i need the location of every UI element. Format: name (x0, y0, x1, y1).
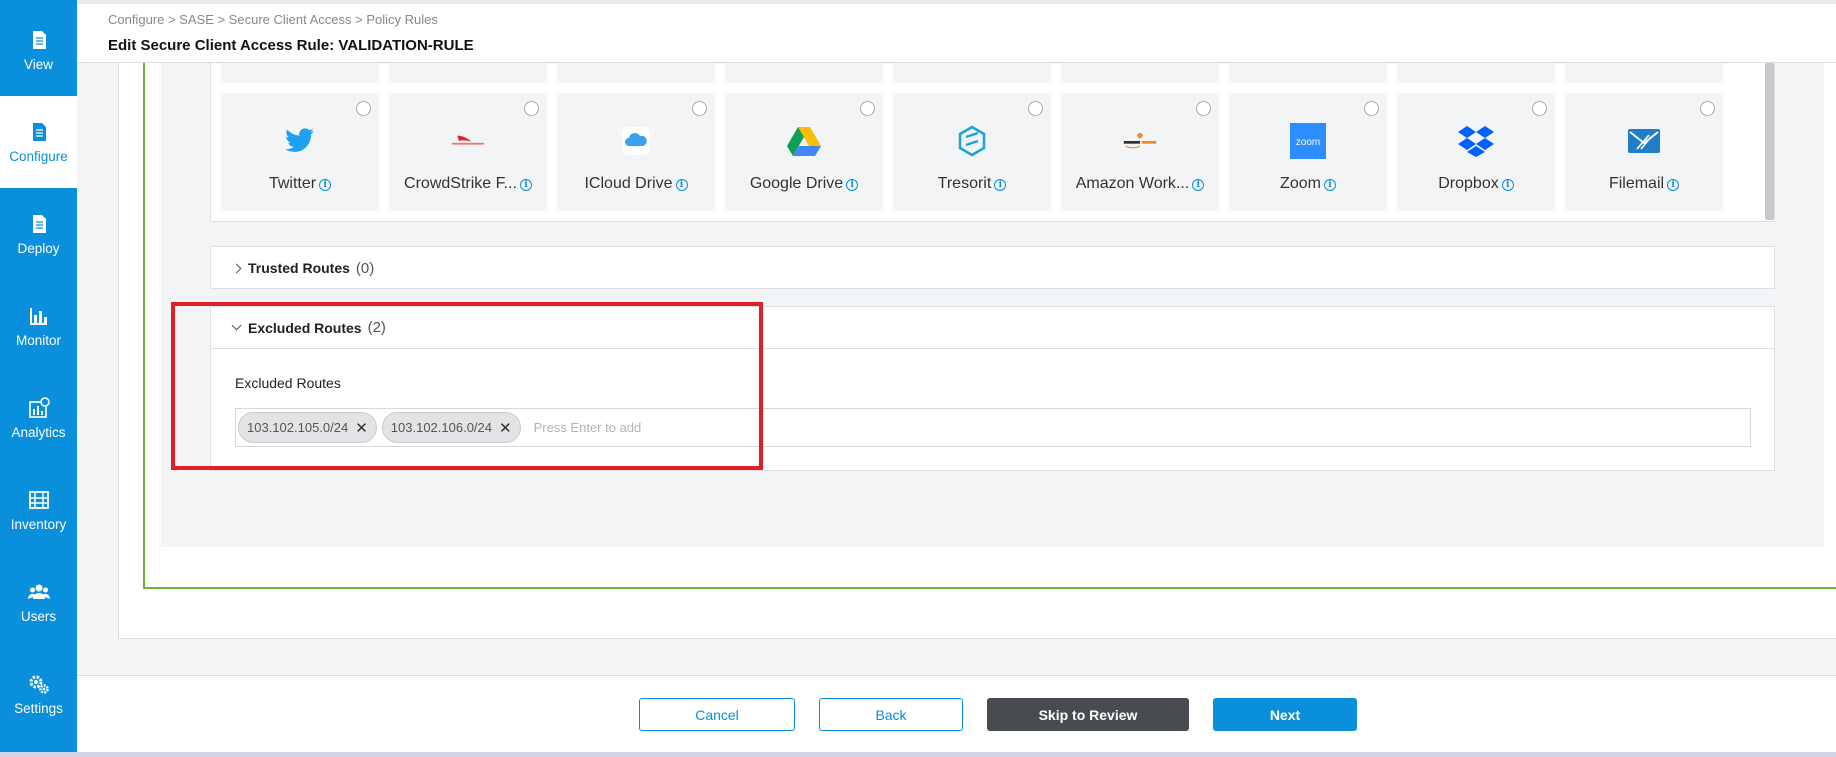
cancel-button[interactable]: Cancel (639, 698, 795, 731)
app-name: Dropbox (1438, 175, 1499, 192)
app-tile-google-drive[interactable]: Google Drive i (725, 93, 883, 211)
trusted-routes-count: (0) (355, 259, 375, 277)
nav-item-monitor[interactable]: Monitor (0, 280, 77, 372)
app-select-radio[interactable] (524, 101, 539, 116)
app-tile-twitter[interactable]: Twitter i (221, 93, 379, 211)
chevron-right-icon (231, 263, 242, 273)
svg-text:zoom: zoom (1296, 137, 1320, 148)
users-icon (27, 584, 50, 599)
nav-item-deploy[interactable]: Deploy (0, 188, 77, 280)
page-header: Configure > SASE > Secure Client Access … (77, 0, 1836, 63)
document-icon (32, 122, 46, 141)
info-icon[interactable]: i (519, 179, 532, 191)
document-icon (32, 30, 46, 49)
app-tile-partial[interactable] (1229, 63, 1387, 83)
app-tile-partial[interactable] (893, 63, 1051, 83)
icloud-logo (618, 123, 654, 159)
info-icon[interactable]: i (675, 179, 688, 191)
nav-label: Settings (14, 700, 63, 716)
nav-item-users[interactable]: Users (0, 556, 77, 648)
zoom-logo: zoom (1290, 123, 1326, 159)
nav-label: Analytics (11, 424, 66, 440)
app-name: Amazon Work... (1075, 175, 1190, 192)
app-name: Filemail (1608, 175, 1665, 192)
sidebar: View Configure Deploy Monitor Analytics … (0, 0, 77, 757)
app-select-radio[interactable] (1364, 101, 1379, 116)
nav-item-configure[interactable]: Configure (0, 96, 77, 188)
inventory-icon (28, 490, 49, 509)
app-tile-filemail[interactable]: Filemail i (1565, 93, 1723, 211)
analytics-icon (28, 396, 50, 418)
app-select-radio[interactable] (692, 101, 707, 116)
info-icon[interactable]: i (1501, 179, 1514, 191)
app-tile-partial[interactable] (725, 63, 883, 83)
app-name: Tresorit (937, 175, 992, 192)
nav-item-analytics[interactable]: Analytics (0, 372, 77, 464)
dropbox-logo (1458, 123, 1494, 159)
nav-label: Deploy (17, 240, 60, 256)
app-tile-dropbox[interactable]: Dropbox i (1397, 93, 1555, 211)
app-tile-partial[interactable] (1565, 63, 1723, 83)
app-select-radio[interactable] (1028, 101, 1043, 116)
nav-label: Inventory (10, 516, 67, 532)
app-select-radio[interactable] (1532, 101, 1547, 116)
google-drive-logo (786, 123, 822, 159)
app-tile-amazon-workdocs[interactable]: Amazon Work... i (1061, 93, 1219, 211)
nav-item-view[interactable]: View (0, 4, 77, 96)
app-tile-zoom[interactable]: zoom Zoom i (1229, 93, 1387, 211)
app-grid-scrollbar[interactable] (1765, 63, 1774, 220)
document-icon (32, 214, 46, 233)
app-tile-tresorit[interactable]: Tresorit i (893, 93, 1051, 211)
app-tile-icloud[interactable]: ICloud Drive i (557, 93, 715, 211)
app-name: Twitter (268, 175, 317, 192)
info-icon[interactable]: i (1667, 179, 1680, 191)
amazon-workdocs-logo (1122, 123, 1158, 159)
nav-item-settings[interactable]: Settings (0, 648, 77, 740)
app-tile-partial[interactable] (1061, 63, 1219, 83)
highlight-annotation (171, 302, 763, 470)
info-icon[interactable]: i (319, 179, 332, 191)
info-icon[interactable]: i (846, 179, 859, 191)
app-select-radio[interactable] (356, 101, 371, 116)
app-tile-crowdstrike[interactable]: CrowdStrike F... i (389, 93, 547, 211)
nav-label: Users (20, 608, 57, 624)
trusted-routes-header[interactable]: Trusted Routes (0) (211, 247, 1774, 289)
crowdstrike-logo (450, 123, 486, 159)
filemail-logo (1626, 123, 1662, 159)
nav-label: View (23, 56, 54, 72)
app-tile-partial[interactable] (221, 63, 379, 83)
app-name: CrowdStrike F... (404, 175, 517, 192)
bar-chart-icon (29, 307, 47, 325)
app-select-radio[interactable] (1700, 101, 1715, 116)
app-tile-partial[interactable] (557, 63, 715, 83)
app-name: Zoom (1280, 175, 1321, 192)
tresorit-logo (954, 123, 990, 159)
window-bottom-edge (0, 752, 1836, 757)
trusted-routes-section: Trusted Routes (0) (210, 246, 1775, 289)
info-icon[interactable]: i (1323, 179, 1336, 191)
breadcrumb[interactable]: Configure > SASE > Secure Client Access … (108, 12, 438, 27)
page-title: Edit Secure Client Access Rule: VALIDATI… (108, 37, 474, 54)
back-button[interactable]: Back (819, 698, 963, 731)
skip-to-review-button[interactable]: Skip to Review (987, 698, 1189, 731)
app-name: ICloud Drive (584, 175, 673, 192)
nav-label: Configure (9, 148, 68, 164)
app-select-radio[interactable] (1196, 101, 1211, 116)
nav-label: Monitor (15, 332, 61, 348)
next-button[interactable]: Next (1213, 698, 1357, 731)
app-select-radio[interactable] (860, 101, 875, 116)
twitter-logo (282, 123, 318, 159)
trusted-routes-title: Trusted Routes (248, 260, 350, 276)
app-name: Google Drive (749, 175, 844, 192)
app-tile-partial[interactable] (1397, 63, 1555, 83)
info-icon[interactable]: i (994, 179, 1007, 191)
nav-item-inventory[interactable]: Inventory (0, 464, 77, 556)
app-tile-partial[interactable] (389, 63, 547, 83)
gears-icon (29, 675, 49, 694)
info-icon[interactable]: i (1192, 179, 1205, 191)
